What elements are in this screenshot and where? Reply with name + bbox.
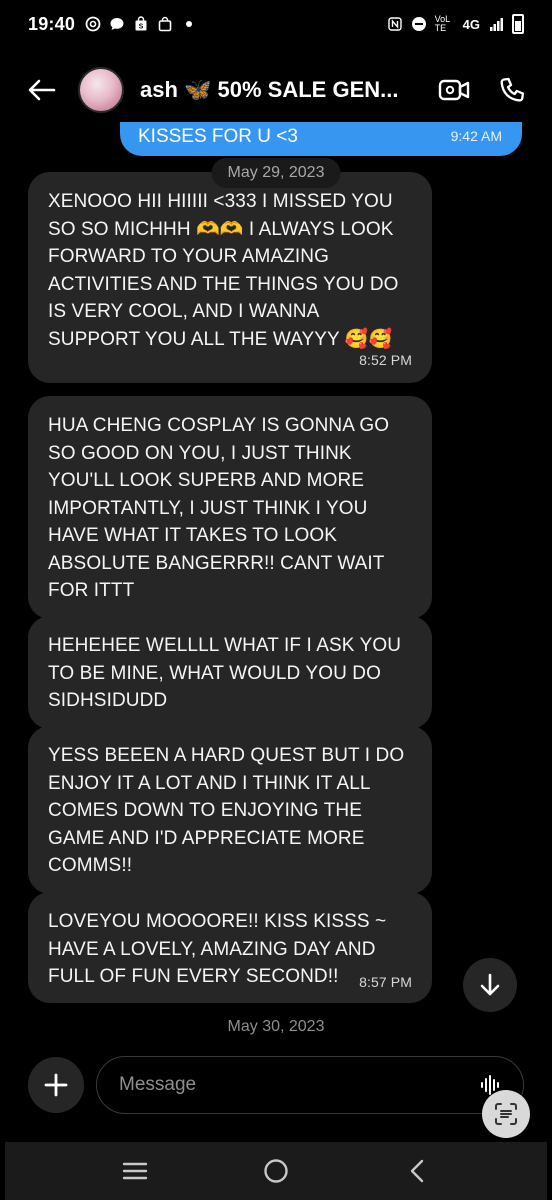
threads-icon [85, 16, 101, 32]
chat-header: ash 🦋 50% SALE GEN... [0, 58, 552, 122]
avatar[interactable] [78, 67, 124, 113]
add-attachment-button[interactable] [28, 1057, 84, 1113]
system-back-button[interactable] [397, 1151, 437, 1191]
battery-icon [512, 14, 524, 34]
home-circle-icon [264, 1159, 288, 1183]
received-message-bubble[interactable]: HEHEHEE WELLLL WHAT IF I ASK YOU TO BE M… [28, 616, 432, 729]
message-thread[interactable]: KISSES FOR U <3 9:42 AM XENOOO HII HIIII… [0, 122, 552, 1062]
status-time: 19:40 [28, 13, 76, 34]
message-composer [28, 1056, 524, 1114]
screen-search-button[interactable] [482, 1090, 530, 1138]
bag-icon [157, 16, 173, 32]
message-text: LOVEYOU MOOOORE!! KISS KISSS ~ HAVE A LO… [48, 911, 387, 987]
system-navigation-bar [5, 1142, 547, 1200]
sent-message-bubble[interactable]: KISSES FOR U <3 9:42 AM [120, 122, 522, 156]
phone-icon [500, 77, 525, 102]
chevron-left-icon [410, 1159, 423, 1183]
sent-message-text: KISSES FOR U <3 [138, 126, 298, 147]
date-separator: May 30, 2023 [227, 1018, 325, 1035]
chat-title[interactable]: ash 🦋 50% SALE GEN... [140, 77, 398, 103]
message-input-container [96, 1056, 524, 1114]
video-call-button[interactable] [434, 70, 474, 110]
video-call-icon [438, 79, 470, 101]
network-type: 4G [462, 16, 480, 32]
message-text: HEHEHEE WELLLL WHAT IF I ASK YOU TO BE M… [48, 635, 402, 711]
message-input[interactable] [119, 1074, 477, 1096]
received-message-bubble[interactable]: HUA CHENG COSPLAY IS GONNA GO SO GOOD ON… [28, 396, 432, 619]
recent-apps-button[interactable] [115, 1151, 155, 1191]
sent-message-time: 9:42 AM [450, 128, 502, 144]
more-notifications-dot-icon [181, 16, 197, 32]
message-time: 8:57 PM [359, 974, 412, 990]
message-text: YESS BEEEN A HARD QUEST BUT I DO ENJOY I… [48, 745, 405, 876]
voice-call-button[interactable] [492, 70, 532, 110]
date-separator: May 29, 2023 [211, 158, 341, 188]
back-button[interactable] [20, 68, 64, 112]
plus-icon [44, 1073, 68, 1097]
message-text: XENOOO HII HIIIII <333 I MISSED YOU SO S… [48, 191, 399, 350]
signal-strength-icon [488, 16, 504, 32]
nfc-icon [387, 16, 403, 32]
arrow-left-icon [28, 79, 56, 101]
received-message-bubble[interactable]: YESS BEEEN A HARD QUEST BUT I DO ENJOY I… [28, 726, 432, 894]
volte-label: VoLTE [434, 14, 451, 33]
message-text: HUA CHENG COSPLAY IS GONNA GO SO GOOD ON… [48, 415, 390, 601]
do-not-disturb-icon [411, 16, 427, 32]
svg-text:S: S [139, 24, 144, 31]
arrow-down-icon [480, 973, 500, 996]
received-message-bubble[interactable]: LOVEYOU MOOOORE!! KISS KISSS ~ HAVE A LO… [28, 892, 432, 1003]
chat-notification-icon [109, 16, 125, 32]
received-message-bubble[interactable]: XENOOO HII HIIIII <333 I MISSED YOU SO S… [28, 172, 432, 383]
message-time: 8:52 PM [359, 352, 412, 368]
scroll-to-bottom-button[interactable] [463, 958, 517, 1012]
shopping-icon: S [133, 16, 149, 32]
text-scan-icon [495, 1103, 517, 1125]
home-button[interactable] [256, 1151, 296, 1191]
status-bar: 19:40 S VoLTE 4G [0, 0, 552, 48]
menu-lines-icon [123, 1162, 148, 1180]
